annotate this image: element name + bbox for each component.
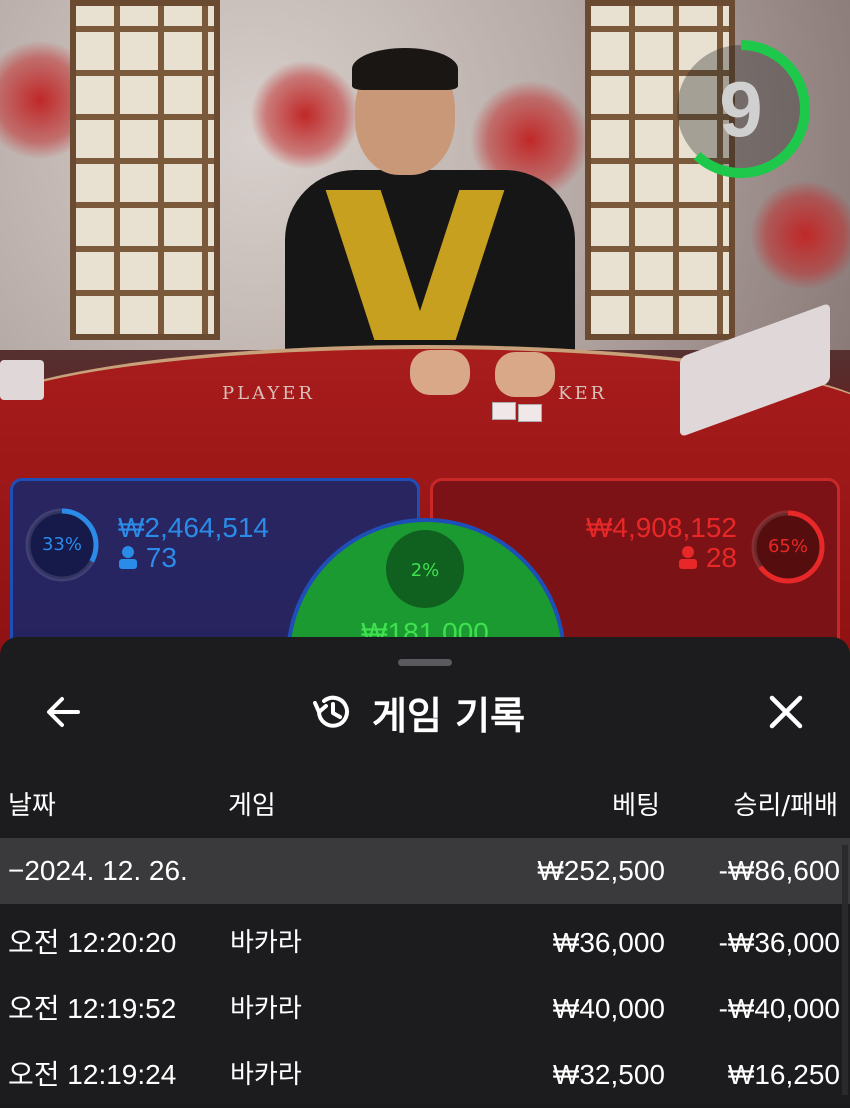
column-header-bet: 베팅 (612, 791, 660, 821)
arrow-left-icon[interactable] (40, 688, 88, 736)
table-row[interactable]: 오전 12:19:52 바카라 ₩40,000 -₩40,000 (0, 976, 850, 1042)
row-game: 바카라 (230, 928, 302, 958)
column-header-game: 게임 (228, 791, 276, 821)
lattice-screen-left (70, 0, 220, 340)
playing-card (492, 402, 516, 420)
sheet-title: 게임 기록 (372, 693, 526, 738)
discard-tray (0, 360, 44, 400)
dealer-hand (410, 350, 470, 395)
dealer-hair (352, 48, 458, 90)
group-bet-total: ₩252,500 (537, 855, 665, 886)
row-bet: ₩36,000 (552, 927, 665, 958)
player-count-value: 73 (145, 542, 177, 573)
banker-bettor-count: 28 (600, 542, 737, 574)
player-bet-total: ₩2,464,514 (118, 512, 269, 543)
countdown-number: 9 (719, 65, 763, 153)
close-icon[interactable] (762, 688, 810, 736)
column-header-result: 승리/패배 (733, 791, 838, 821)
table-row[interactable]: 오전 12:20:20 바카라 ₩36,000 -₩36,000 (0, 910, 850, 976)
player-percent: 33% (41, 534, 82, 555)
felt-banker-label: KER (558, 383, 608, 404)
user-icon (679, 546, 698, 569)
banker-count-value: 28 (705, 542, 737, 573)
group-result-total: -₩86,600 (718, 855, 840, 886)
user-icon (119, 546, 137, 569)
banker-bet-total: ₩4,908,152 (586, 512, 737, 543)
row-result: -₩36,000 (718, 927, 840, 958)
player-bettor-count: 73 (118, 542, 177, 574)
playing-card (518, 404, 542, 422)
row-game: 바카라 (230, 994, 302, 1024)
row-result: -₩40,000 (718, 993, 840, 1024)
table-row[interactable]: 오전 12:19:24 바카라 ₩32,500 ₩16,250 (0, 1042, 850, 1108)
scrollbar[interactable] (842, 845, 848, 1095)
row-time: 오전 12:19:52 (8, 993, 177, 1024)
row-time: 오전 12:20:20 (8, 927, 177, 958)
row-bet: ₩32,500 (552, 1059, 665, 1090)
sheet-header: 게임 기록 (310, 684, 525, 740)
column-header-date: 날짜 (8, 791, 56, 821)
row-time: 오전 12:19:24 (8, 1059, 177, 1090)
row-result: ₩16,250 (727, 1059, 840, 1090)
row-bet: ₩40,000 (552, 993, 665, 1024)
group-date: −2024. 12. 26. (8, 855, 188, 886)
felt-player-label: PLAYER (222, 383, 315, 404)
tie-percent: 2% (410, 560, 440, 581)
date-group-row[interactable]: −2024. 12. 26. ₩252,500 -₩86,600 (0, 838, 850, 904)
blossom-decoration (750, 180, 850, 290)
row-game: 바카라 (230, 1060, 302, 1090)
sheet-drag-handle[interactable] (398, 659, 452, 666)
banker-percent: 65% (767, 536, 808, 557)
dealer-hand (495, 352, 555, 397)
blossom-decoration (250, 60, 360, 170)
history-icon (313, 695, 349, 728)
